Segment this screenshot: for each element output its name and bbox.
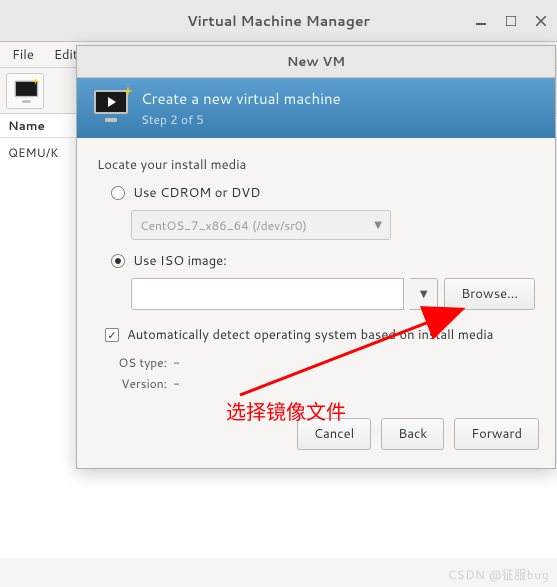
cdrom-combo-wrap: CentOS_7_x86_64 (/dev/sr0) ▼ — [131, 210, 535, 240]
dialog-header-text: Create a new virtual machine Step 2 of 5 — [141, 88, 341, 128]
radio-iso-label: Use ISO image: — [133, 252, 227, 270]
radio-iso-row[interactable]: Use ISO image: — [97, 252, 535, 270]
os-type-value: - — [173, 354, 180, 371]
maximize-icon[interactable] — [503, 13, 519, 29]
dialog-header: Create a new virtual machine Step 2 of 5 — [77, 78, 555, 138]
column-name: Name — [8, 117, 45, 134]
radio-cdrom[interactable] — [111, 186, 125, 200]
radio-iso[interactable] — [111, 254, 125, 268]
autodetect-row[interactable]: Automatically detect operating system ba… — [105, 326, 535, 344]
new-vm-toolbar-button[interactable] — [6, 73, 44, 109]
version-value: - — [173, 375, 180, 392]
version-label: Version: — [105, 375, 167, 392]
radio-cdrom-label: Use CDROM or DVD — [133, 184, 260, 202]
main-title: Virtual Machine Manager — [187, 11, 370, 31]
cdrom-combo[interactable]: CentOS_7_x86_64 (/dev/sr0) ▼ — [131, 210, 391, 240]
os-type-label: OS type: — [105, 354, 167, 371]
back-button[interactable]: Back — [381, 418, 444, 450]
cdrom-combo-value: CentOS_7_x86_64 (/dev/sr0) — [140, 217, 307, 234]
iso-row: ▼ Browse... — [131, 278, 535, 310]
main-titlebar: Virtual Machine Manager — [0, 0, 557, 42]
chevron-down-icon: ▼ — [374, 218, 382, 232]
menu-file[interactable]: File — [4, 44, 42, 66]
minimize-icon[interactable] — [473, 13, 489, 29]
iso-path-input[interactable] — [131, 278, 404, 310]
os-type-row: OS type: - — [105, 354, 535, 371]
iso-dropdown-button[interactable]: ▼ — [410, 278, 438, 310]
dialog-step-label: Step 2 of 5 — [141, 111, 341, 128]
watermark: CSDN @征服bug — [448, 566, 549, 583]
close-icon[interactable] — [533, 13, 549, 29]
dialog-header-title: Create a new virtual machine — [141, 88, 341, 109]
locate-label: Locate your install media — [97, 156, 535, 174]
autodetect-label: Automatically detect operating system ba… — [127, 326, 493, 344]
dialog-body: Locate your install media Use CDROM or D… — [77, 138, 555, 406]
forward-button[interactable]: Forward — [454, 418, 539, 450]
radio-cdrom-row[interactable]: Use CDROM or DVD — [97, 184, 535, 202]
window-controls — [473, 13, 549, 29]
dialog-titlebar: New VM — [77, 46, 555, 78]
vm-icon — [91, 88, 131, 128]
version-row: Version: - — [105, 375, 535, 392]
browse-button[interactable]: Browse... — [444, 278, 535, 310]
dialog-title: New VM — [287, 53, 345, 71]
annotation-text: 选择镜像文件 — [226, 396, 346, 425]
autodetect-checkbox[interactable] — [105, 328, 119, 342]
